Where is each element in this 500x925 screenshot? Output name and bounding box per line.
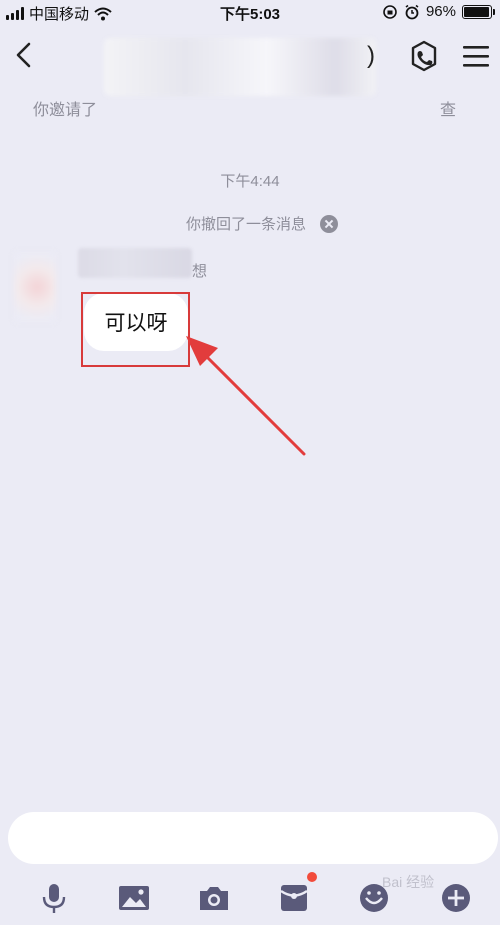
alarm-icon [405,4,419,19]
invite-notice-text: 你邀请了 [33,102,98,119]
invite-notice-link[interactable]: 查 [440,96,456,120]
status-bar: 中国移动 下午5:03 96% [0,0,500,24]
time-divider: 下午4:44 [220,173,280,190]
menu-icon[interactable] [460,40,492,72]
rotation-lock-icon [383,4,397,19]
watermark: Bai 经验 [382,874,435,890]
input-area [0,802,500,925]
camera-icon[interactable] [196,880,232,916]
highlight-box [81,292,190,367]
close-icon[interactable] [320,214,339,233]
sender-name-suffix: 想 [192,263,208,280]
pointer-arrow [186,336,306,456]
avatar[interactable] [14,252,56,322]
sender-name-blurred [78,248,192,278]
mic-icon[interactable] [36,880,72,916]
recall-notice: 你撤回了一条消息 [186,213,339,234]
status-bar-right: 96% [382,3,495,20]
nav-bar: ) [0,24,500,96]
red-packet-icon[interactable] [276,880,312,916]
recall-notice-text: 你撤回了一条消息 [186,216,307,233]
battery-percent: 96% [425,3,456,20]
call-icon[interactable] [405,38,443,74]
notification-dot [307,872,317,882]
image-icon[interactable] [116,880,152,916]
chat-title-suffix: ) [367,42,375,69]
battery-icon [462,4,495,19]
chat-title-blurred [104,38,376,96]
plus-icon[interactable] [438,880,474,916]
message-input[interactable] [8,812,498,864]
chevron-left-icon[interactable] [10,40,40,70]
